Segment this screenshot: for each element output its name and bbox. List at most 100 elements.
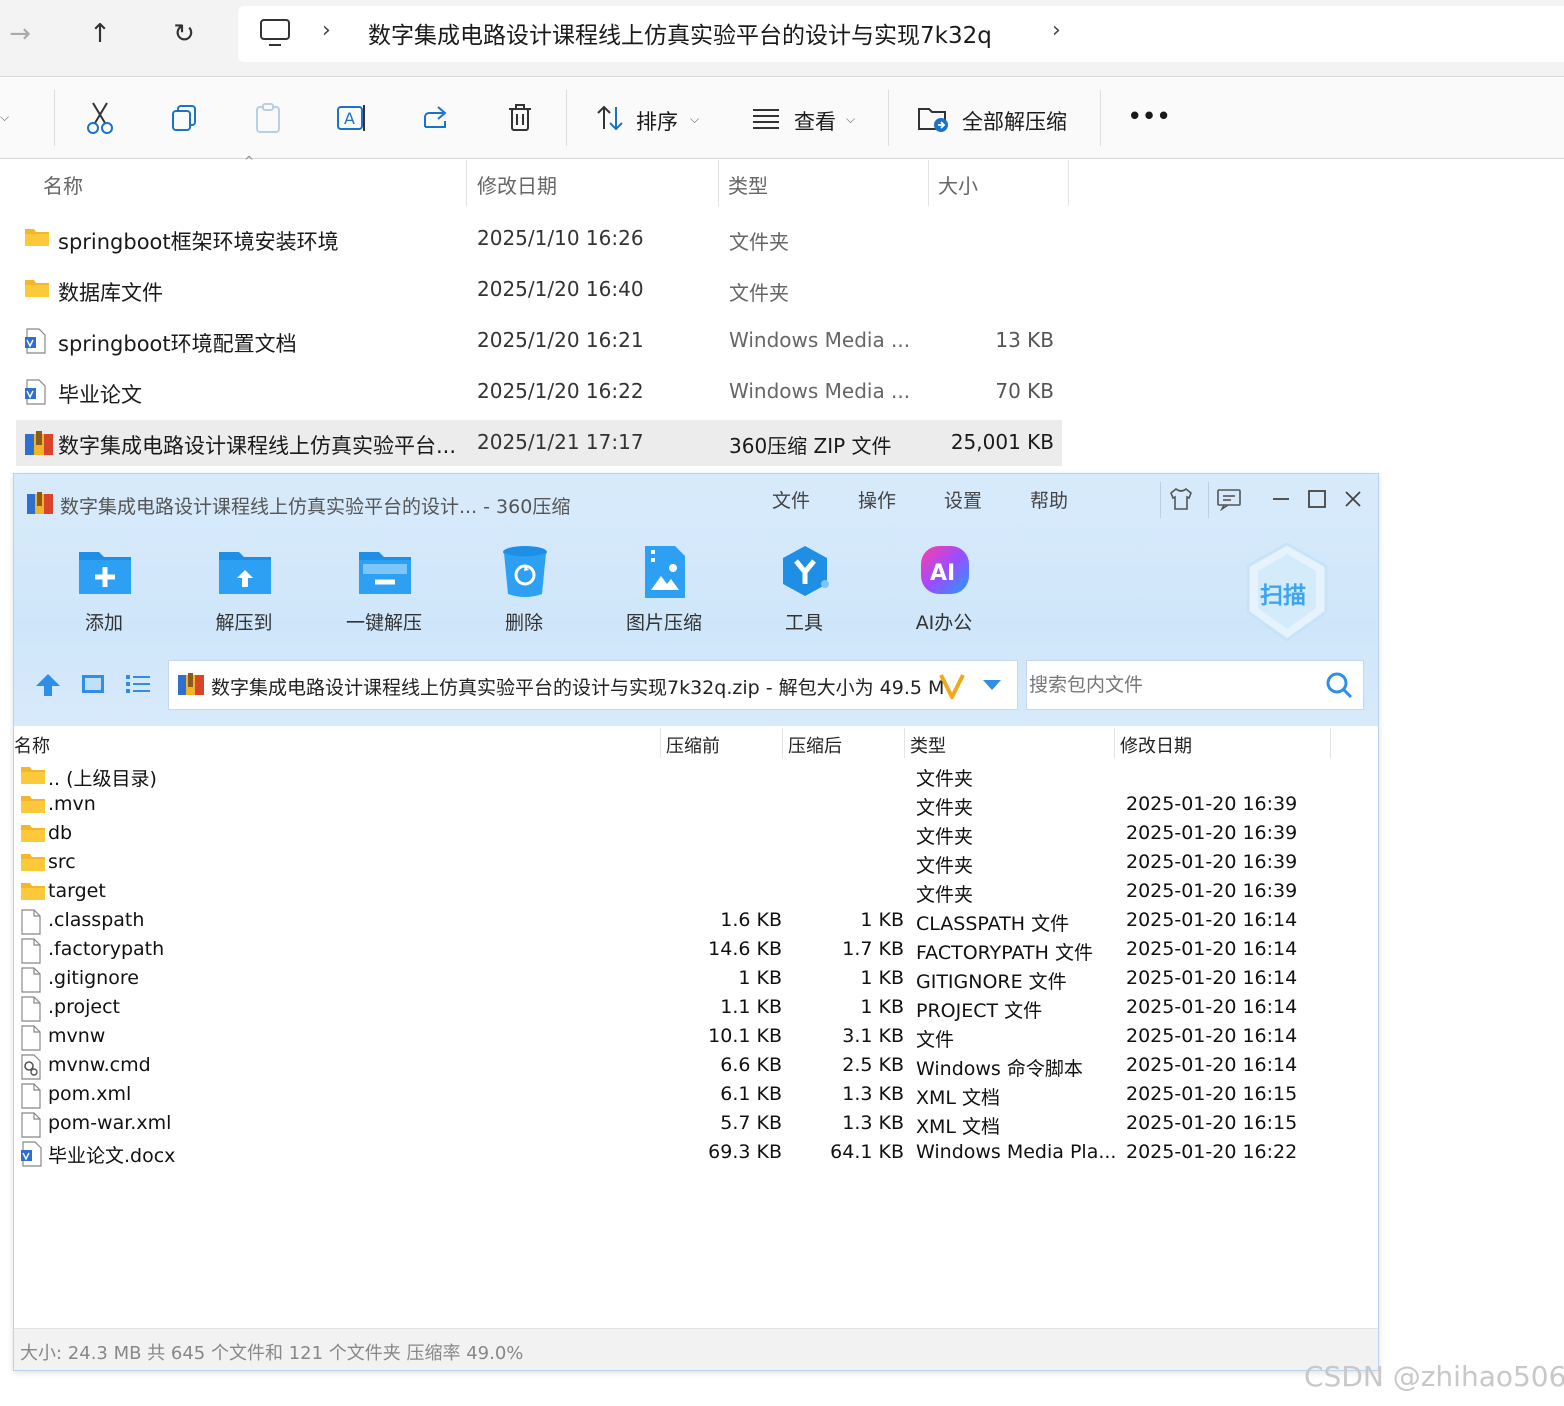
- zip-row-date: 2025-01-20 16:15: [1126, 1083, 1298, 1105]
- feedback-icon[interactable]: [1214, 484, 1244, 514]
- zip-row-size-before: 1 KB: [738, 967, 782, 989]
- file-row[interactable]: 数据库文件 2025/1/20 16:40 文件夹: [16, 267, 1062, 313]
- file-type: 360压缩 ZIP 文件: [729, 434, 892, 458]
- search-box[interactable]: [1026, 660, 1364, 710]
- chevron-right-icon[interactable]: ›: [1052, 18, 1061, 43]
- zip-row[interactable]: 毕业论文.docx 69.3 KB 64.1 KB Windows Media Pla…: [14, 1139, 1378, 1168]
- zip-row-type: GITIGNORE 文件: [916, 971, 1067, 993]
- zip-row-date: 2025-01-20 16:14: [1126, 967, 1298, 989]
- close-icon[interactable]: [1338, 484, 1368, 514]
- new-dropdown-chevron-icon[interactable]: ⌵: [0, 110, 9, 125]
- zip-row[interactable]: pom-war.xml 5.7 KB 1.3 KB XML 文档 2025-01-20 …: [14, 1110, 1378, 1139]
- rename-icon[interactable]: A: [334, 100, 370, 136]
- file-date: 2025/1/20 16:22: [477, 379, 644, 403]
- sort-icon[interactable]: [592, 100, 628, 136]
- up-icon[interactable]: ↑: [80, 14, 120, 54]
- zip-row[interactable]: src 文件夹 2025-01-20 16:39: [14, 849, 1378, 878]
- view-icon[interactable]: [748, 100, 784, 136]
- path-dropdown-icon[interactable]: [981, 677, 1003, 696]
- forward-icon[interactable]: →: [0, 14, 40, 54]
- divider: [1208, 482, 1209, 518]
- search-input[interactable]: [1027, 661, 1321, 709]
- file-row[interactable]: springboot框架环境安装环境 2025/1/10 16:26 文件夹: [16, 216, 1062, 262]
- chevron-down-icon[interactable]: ⌵: [690, 112, 699, 127]
- maximize-icon[interactable]: [1302, 484, 1332, 514]
- zip-row[interactable]: .project 1.1 KB 1 KB PROJECT 文件 2025-01-20 1…: [14, 994, 1378, 1023]
- extract-all-icon[interactable]: [916, 100, 952, 136]
- divider: [928, 160, 929, 206]
- list-view-icon[interactable]: [124, 672, 152, 700]
- delete-label: 删除: [504, 612, 543, 634]
- zip-column-after[interactable]: 压缩后: [788, 732, 842, 758]
- zip-column-type[interactable]: 类型: [910, 732, 946, 758]
- menu-help[interactable]: 帮助: [1030, 486, 1068, 513]
- zip-row[interactable]: .classpath 1.6 KB 1 KB CLASSPATH 文件 2025-01-…: [14, 907, 1378, 936]
- zip-row-size-before: 5.7 KB: [720, 1112, 782, 1134]
- ai-office-button[interactable]: AI AI办公: [889, 544, 999, 644]
- zip-row-size-before: 1.1 KB: [720, 996, 782, 1018]
- menu-operation[interactable]: 操作: [858, 486, 896, 513]
- copy-icon[interactable]: [166, 100, 202, 136]
- chevron-right-icon[interactable]: ›: [322, 18, 331, 43]
- column-header-date[interactable]: 修改日期: [477, 170, 557, 199]
- folder-icon: [20, 851, 46, 877]
- add-button[interactable]: 添加: [49, 544, 159, 644]
- zip-row[interactable]: .gitignore 1 KB 1 KB GITIGNORE 文件 2025-01-20…: [14, 965, 1378, 994]
- zip-row-type: 文件夹: [916, 884, 974, 906]
- zip-row-name: .. (上级目录): [48, 768, 157, 790]
- zip-row-size-before: 14.6 KB: [708, 938, 782, 960]
- share-icon[interactable]: [418, 100, 454, 136]
- zip-window-title: 数字集成电路设计课程线上仿真实验平台的设计... - 360压缩: [60, 496, 571, 518]
- column-header-type[interactable]: 类型: [728, 170, 768, 199]
- breadcrumb-current[interactable]: 数字集成电路设计课程线上仿真实验平台的设计与实现7k32q: [368, 16, 992, 50]
- minimize-icon[interactable]: [1266, 484, 1296, 514]
- folder-icon: [24, 226, 50, 252]
- zip-column-before[interactable]: 压缩前: [666, 732, 720, 758]
- zip-row[interactable]: .mvn 文件夹 2025-01-20 16:39: [14, 791, 1378, 820]
- file-name: 毕业论文: [58, 383, 142, 407]
- menu-file[interactable]: 文件: [772, 486, 810, 513]
- extract-to-button[interactable]: 解压到: [189, 544, 299, 644]
- cut-icon[interactable]: [82, 100, 118, 136]
- menu-settings[interactable]: 设置: [944, 486, 982, 513]
- computer-icon[interactable]: [258, 18, 292, 52]
- file-row[interactable]: 毕业论文 2025/1/20 16:22 Windows Media ... 70 K…: [16, 369, 1062, 415]
- column-header-name[interactable]: 名称: [43, 170, 83, 199]
- more-options-button[interactable]: •••: [1128, 104, 1171, 128]
- file-row[interactable]: springboot环境配置文档 2025/1/20 16:21 Windows M…: [16, 318, 1062, 364]
- skin-icon[interactable]: [1166, 484, 1196, 514]
- chevron-down-icon[interactable]: ⌵: [846, 112, 855, 127]
- delete-button[interactable]: 删除: [469, 544, 579, 644]
- up-level-icon[interactable]: [34, 672, 62, 702]
- path-bar[interactable]: 数字集成电路设计课程线上仿真实验平台的设计与实现7k32q.zip - 解包大小…: [168, 660, 1018, 710]
- thumbnail-view-icon[interactable]: [80, 672, 106, 700]
- sort-button[interactable]: 排序: [636, 106, 678, 136]
- search-icon[interactable]: [1325, 671, 1353, 703]
- delete-icon[interactable]: [502, 100, 538, 136]
- zip-row[interactable]: pom.xml 6.1 KB 1.3 KB XML 文档 2025-01-20 16:1…: [14, 1081, 1378, 1110]
- divider: [782, 728, 783, 758]
- file-name: 数据库文件: [58, 281, 163, 305]
- refresh-icon[interactable]: ↻: [164, 14, 204, 54]
- zip-column-name[interactable]: 名称: [14, 732, 50, 758]
- zip-row[interactable]: .factorypath 14.6 KB 1.7 KB FACTORYPATH 文件 2…: [14, 936, 1378, 965]
- column-header-size[interactable]: 大小: [938, 170, 978, 199]
- extract-all-button[interactable]: 全部解压缩: [962, 106, 1067, 136]
- zip-row-type: 文件: [916, 1029, 955, 1051]
- zip-row[interactable]: .. (上级目录) 文件夹: [14, 762, 1378, 791]
- zip-row[interactable]: mvnw 10.1 KB 3.1 KB 文件 2025-01-20 16:14: [14, 1023, 1378, 1052]
- zip-row-size-after: 64.1 KB: [830, 1141, 904, 1163]
- zip-row[interactable]: db 文件夹 2025-01-20 16:39: [14, 820, 1378, 849]
- zip-row[interactable]: mvnw.cmd 6.6 KB 2.5 KB Windows 命令脚本 2025-01-…: [14, 1052, 1378, 1081]
- scan-button[interactable]: 扫描: [1242, 540, 1332, 648]
- zip-row-type: 文件夹: [916, 855, 974, 877]
- tools-icon: [783, 546, 829, 596]
- zip-row[interactable]: target 文件夹 2025-01-20 16:39: [14, 878, 1378, 907]
- view-button[interactable]: 查看: [794, 106, 836, 136]
- one-click-extract-button[interactable]: 一键解压: [329, 544, 439, 644]
- image-compress-button[interactable]: 图片压缩: [609, 544, 719, 644]
- zip-column-date[interactable]: 修改日期: [1120, 732, 1192, 758]
- file-row[interactable]: 数字集成电路设计课程线上仿真实验平台... 2025/1/21 17:17 360压…: [16, 420, 1062, 466]
- tools-button[interactable]: 工具: [749, 544, 859, 644]
- zip-list-header: 名称 压缩前 压缩后 类型 修改日期: [14, 726, 1378, 762]
